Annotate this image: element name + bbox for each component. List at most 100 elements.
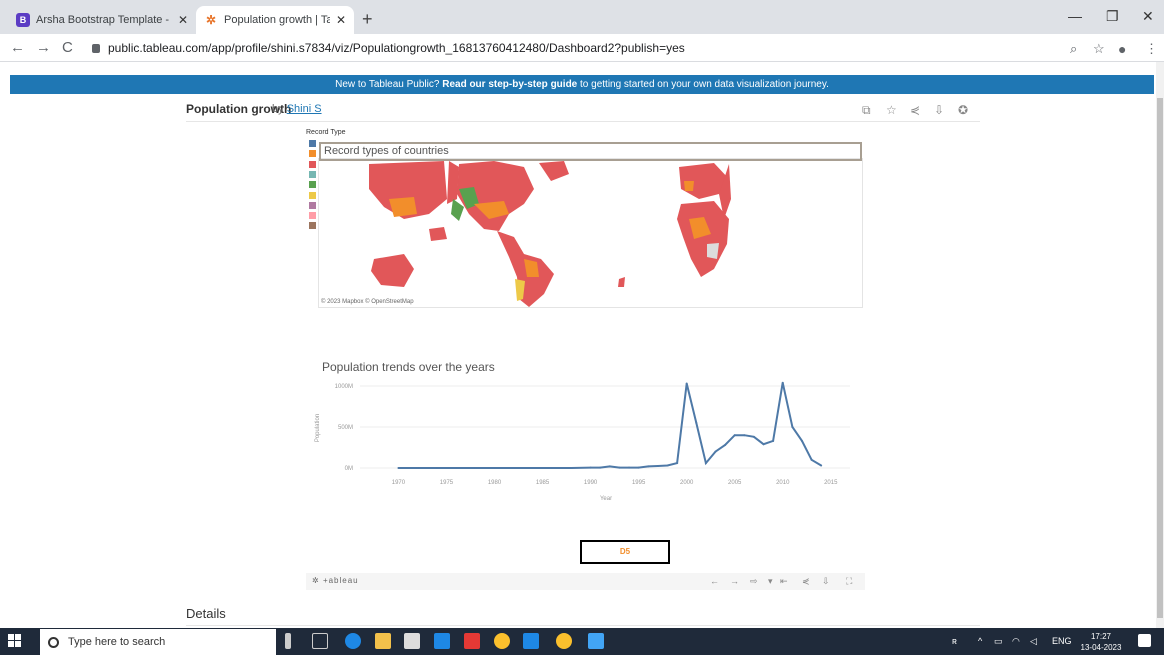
taskbar-search[interactable]: Type here to search (40, 629, 276, 655)
forward-icon[interactable]: → (36, 39, 51, 56)
data-point[interactable] (531, 467, 534, 469)
chrome-icon[interactable] (494, 633, 510, 649)
data-point[interactable] (695, 421, 698, 424)
copy-icon[interactable]: ⧉ (862, 103, 871, 118)
tray-up-icon[interactable]: ^ (978, 636, 982, 646)
language-indicator[interactable]: ENG (1052, 636, 1072, 646)
fullscreen-icon[interactable]: ⛶ (846, 576, 852, 587)
tab-arsha[interactable]: B Arsha Bootstrap Template - Index ✕ (8, 6, 196, 34)
mail-icon[interactable] (434, 633, 450, 649)
data-point[interactable] (637, 466, 640, 469)
file-explorer-icon[interactable] (375, 633, 391, 649)
data-point[interactable] (628, 466, 631, 469)
chrome-icon-2[interactable] (556, 633, 572, 649)
world-map[interactable] (318, 158, 863, 308)
profile-icon[interactable]: ● (1118, 41, 1126, 57)
refresh-dropdown-icon[interactable]: ▾ (768, 576, 773, 587)
data-point[interactable] (455, 467, 458, 469)
battery-icon[interactable]: ▭ (994, 636, 1003, 647)
revert-icon[interactable]: ⇨ (750, 576, 758, 587)
legend-swatch[interactable] (309, 181, 316, 189)
vscode-icon[interactable] (523, 633, 539, 649)
close-icon[interactable]: ✕ (178, 13, 188, 27)
data-point[interactable] (752, 435, 755, 438)
new-tab-button[interactable]: + (362, 9, 373, 30)
data-point[interactable] (493, 467, 496, 469)
scrollbar-thumb[interactable] (1157, 98, 1163, 618)
data-point[interactable] (704, 462, 707, 465)
details-heading[interactable]: Details (186, 606, 226, 621)
task-view-icon[interactable] (312, 633, 328, 649)
legend-swatch[interactable] (309, 170, 316, 178)
data-point[interactable] (685, 382, 688, 385)
mic-icon[interactable] (285, 633, 291, 649)
badge-icon[interactable]: ✪ (958, 103, 968, 117)
share-icon[interactable]: ⋞ (910, 103, 920, 117)
favorite-icon[interactable]: ☆ (886, 103, 897, 117)
line-chart[interactable]: Population Year 1000M 500M 0M 1970 1975 1980… (300, 376, 860, 511)
store-icon[interactable] (404, 633, 420, 649)
zoom-icon[interactable]: ⌕ (1070, 41, 1077, 57)
author-link[interactable]: Shini S (287, 103, 322, 115)
data-point[interactable] (512, 467, 515, 469)
data-point[interactable] (781, 381, 784, 384)
tab-tableau[interactable]: ✲ Population growth | Tableau Public ✕ (196, 6, 354, 34)
data-point[interactable] (589, 466, 592, 469)
close-window-icon[interactable]: ✕ (1142, 8, 1154, 25)
legend-swatch[interactable] (309, 191, 316, 199)
legend-swatch[interactable] (309, 212, 316, 220)
data-point[interactable] (647, 465, 650, 468)
data-point[interactable] (551, 467, 554, 469)
data-point[interactable] (743, 434, 746, 437)
back-icon[interactable]: ← (10, 39, 25, 56)
share-icon[interactable]: ⋞ (802, 576, 810, 587)
map-attribution[interactable]: © 2023 Mapbox © OpenStreetMap (321, 299, 414, 305)
people-icon[interactable]: ʀ (952, 636, 957, 646)
legend-swatch[interactable] (309, 201, 316, 209)
data-point[interactable] (724, 444, 727, 447)
data-point[interactable] (474, 467, 477, 469)
data-point[interactable] (791, 426, 794, 428)
edge-icon[interactable] (345, 633, 361, 649)
legend-swatch[interactable] (309, 140, 316, 147)
close-icon[interactable]: ✕ (336, 13, 346, 27)
reload-icon[interactable]: C (62, 39, 73, 56)
guide-link[interactable]: Read our step-by-step guide (442, 79, 577, 90)
network-icon[interactable]: ◠ (1012, 636, 1020, 647)
minimize-icon[interactable]: — (1068, 8, 1082, 24)
app-icon[interactable] (588, 633, 604, 649)
download-icon[interactable]: ⇩ (934, 103, 944, 117)
data-point[interactable] (772, 439, 775, 442)
data-point[interactable] (608, 465, 611, 468)
data-point[interactable] (733, 434, 736, 437)
data-point[interactable] (676, 462, 679, 465)
maximize-icon[interactable]: ❐ (1106, 8, 1119, 25)
address-bar[interactable]: public.tableau.com/app/profile/shini.s78… (92, 37, 1092, 59)
legend-swatch[interactable] (309, 222, 316, 230)
clock[interactable]: 17:27 13-04-2023 (1076, 631, 1126, 653)
first-icon[interactable]: ⇤ (780, 576, 788, 587)
volume-icon[interactable]: ◁ (1030, 636, 1037, 647)
data-point[interactable] (570, 467, 573, 469)
undo-icon[interactable]: ← (710, 576, 719, 586)
redo-icon[interactable]: → (730, 576, 739, 586)
windows-start-icon[interactable] (8, 634, 22, 648)
acrobat-icon[interactable] (464, 633, 480, 649)
menu-icon[interactable]: ⋮ (1145, 41, 1158, 57)
data-point[interactable] (810, 458, 813, 461)
download-icon[interactable]: ⇩ (822, 576, 830, 587)
data-point[interactable] (599, 466, 602, 469)
data-point[interactable] (762, 443, 765, 446)
data-point[interactable] (800, 439, 803, 442)
legend-swatch[interactable] (309, 150, 316, 158)
legend-swatch[interactable] (309, 160, 316, 168)
bookmark-star-icon[interactable]: ☆ (1093, 41, 1105, 57)
data-point[interactable] (656, 464, 659, 467)
data-point[interactable] (416, 467, 419, 469)
notification-icon[interactable] (1138, 634, 1151, 647)
data-point[interactable] (435, 467, 438, 469)
data-point[interactable] (820, 464, 823, 467)
data-point[interactable] (714, 450, 717, 453)
data-point[interactable] (666, 464, 669, 467)
population-line[interactable] (398, 382, 822, 469)
